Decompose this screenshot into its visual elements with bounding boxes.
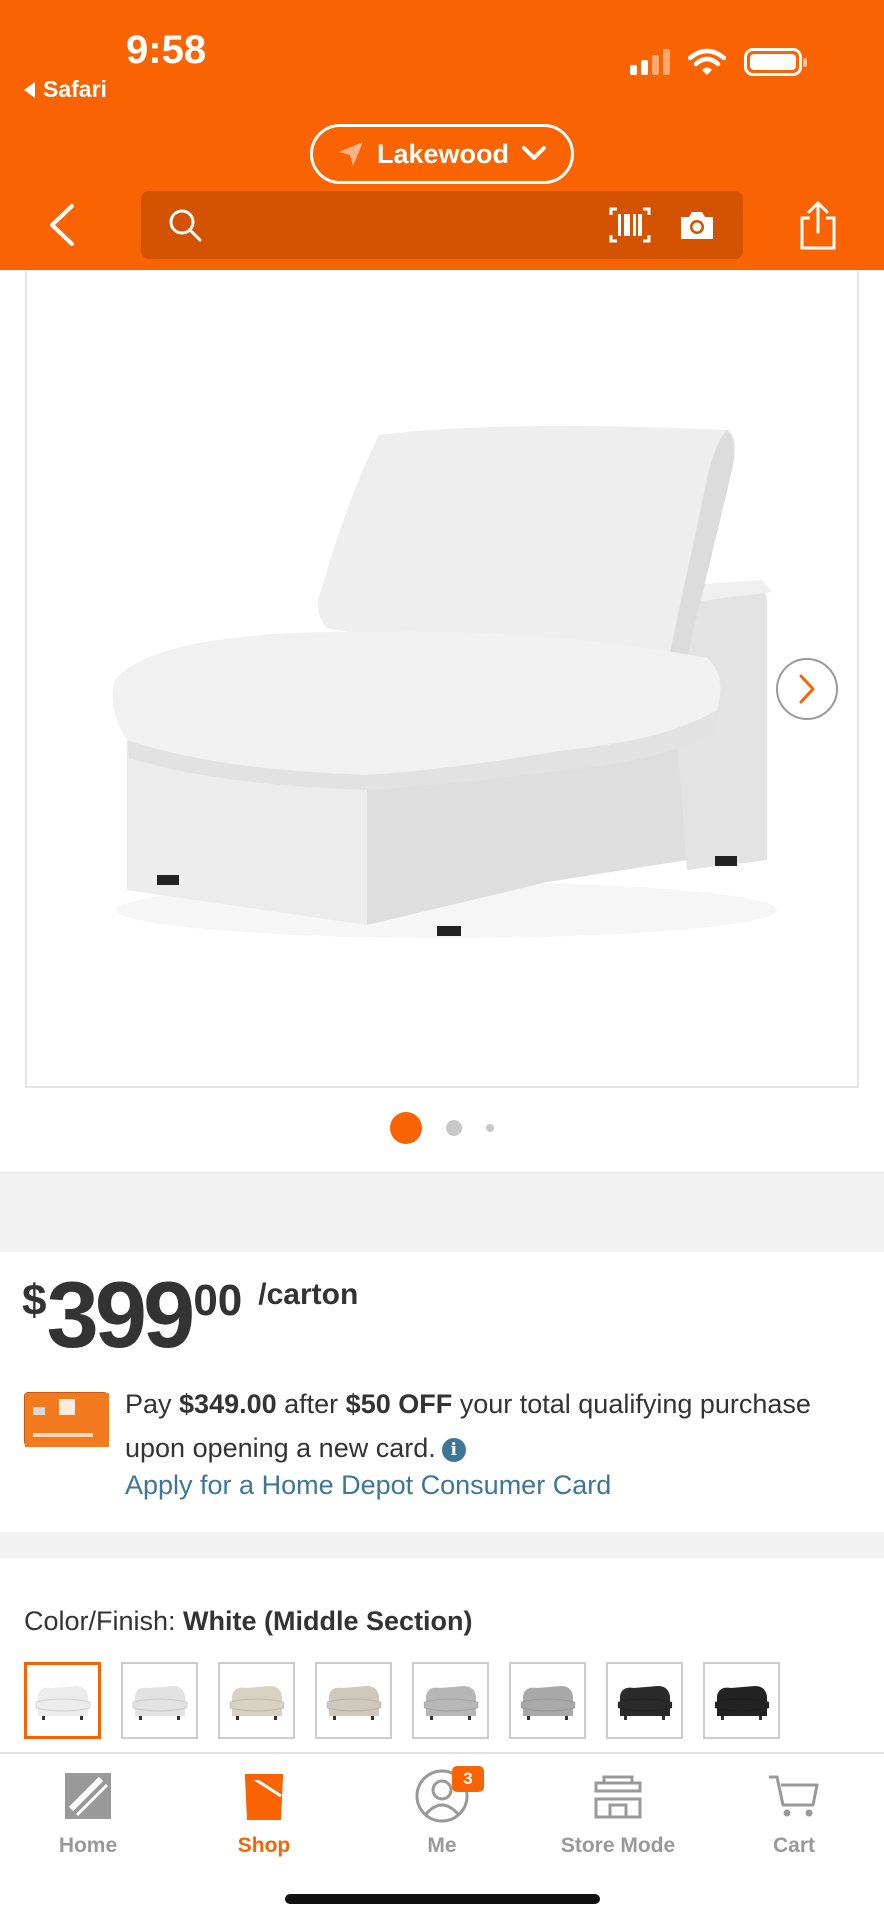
shop-bucket-icon bbox=[245, 1772, 283, 1820]
color-swatch-white-corner[interactable] bbox=[121, 1662, 198, 1739]
tab-store-mode-label: Store Mode bbox=[560, 1834, 676, 1857]
next-image-button[interactable] bbox=[776, 658, 838, 720]
home-depot-logo-icon bbox=[65, 1773, 111, 1819]
tab-me-label: Me bbox=[427, 1834, 457, 1857]
pagination-dot-active[interactable] bbox=[390, 1112, 422, 1144]
price-cents: 00 bbox=[193, 1276, 243, 1325]
color-swatch-gray-corner[interactable] bbox=[412, 1662, 489, 1739]
tab-shop-label: Shop bbox=[237, 1834, 291, 1857]
color-label-prefix: Color/Finish: bbox=[24, 1606, 184, 1636]
pagination-dot[interactable] bbox=[486, 1124, 494, 1132]
swatch-thumbnail bbox=[714, 1685, 769, 1720]
color-swatch-gray-middle[interactable] bbox=[509, 1662, 586, 1739]
consumer-card-promo: Pay $349.00 after $50 OFF your total qua… bbox=[125, 1382, 865, 1470]
tab-me[interactable]: 3 Me bbox=[362, 1766, 522, 1858]
apply-card-link[interactable]: Apply for a Home Depot Consumer Card bbox=[125, 1470, 611, 1501]
back-triangle-icon bbox=[24, 81, 35, 98]
price-dollars: 399 bbox=[46, 1262, 195, 1367]
product-image bbox=[112, 426, 777, 938]
credit-card-icon bbox=[24, 1392, 109, 1447]
swatch-thumbnail bbox=[326, 1685, 381, 1720]
location-arrow-icon bbox=[338, 142, 363, 166]
tab-home[interactable]: Home bbox=[8, 1768, 168, 1858]
back-chevron-icon[interactable] bbox=[42, 200, 82, 250]
store-icon bbox=[594, 1775, 642, 1819]
swatch-thumbnail bbox=[132, 1685, 187, 1720]
notification-badge: 3 bbox=[452, 1766, 484, 1792]
chevron-right-icon bbox=[799, 674, 815, 704]
color-swatch-white-middle[interactable] bbox=[24, 1662, 101, 1739]
price-currency: $ bbox=[22, 1276, 47, 1325]
tab-store-mode[interactable]: Store Mode bbox=[538, 1768, 698, 1858]
tab-cart[interactable]: Cart bbox=[714, 1768, 874, 1858]
color-swatch-beige-middle[interactable] bbox=[315, 1662, 392, 1739]
store-name: Lakewood bbox=[376, 138, 510, 169]
info-icon[interactable]: i bbox=[441, 1437, 466, 1462]
swatch-thumbnail bbox=[423, 1685, 478, 1720]
app-header: 9:58 Safari Lakewood bbox=[0, 0, 884, 270]
section-divider bbox=[0, 1172, 884, 1252]
status-icons bbox=[630, 48, 807, 76]
product-price: $ 399 00 /carton bbox=[22, 1268, 358, 1362]
promo-discount: $50 OFF bbox=[345, 1389, 453, 1419]
store-selector[interactable]: Lakewood bbox=[310, 124, 574, 184]
swatch-thumbnail bbox=[35, 1685, 90, 1720]
color-swatch-beige-corner[interactable] bbox=[218, 1662, 295, 1739]
status-time: 9:58 bbox=[126, 28, 207, 72]
swatch-thumbnail bbox=[520, 1685, 575, 1720]
share-icon[interactable] bbox=[796, 200, 840, 252]
wifi-icon bbox=[688, 48, 726, 75]
back-to-safari[interactable]: Safari bbox=[24, 76, 107, 103]
color-finish-label: Color/Finish: White (Middle Section) bbox=[24, 1606, 473, 1637]
camera-icon[interactable] bbox=[678, 207, 716, 243]
promo-text-pay: Pay bbox=[125, 1389, 180, 1419]
color-swatch-black-corner[interactable] bbox=[703, 1662, 780, 1739]
swatch-thumbnail bbox=[229, 1685, 284, 1720]
tab-cart-label: Cart bbox=[772, 1834, 815, 1857]
price-unit: /carton bbox=[258, 1278, 359, 1311]
search-icon bbox=[169, 209, 202, 242]
tab-shop[interactable]: Shop bbox=[184, 1768, 344, 1858]
product-image-gallery[interactable] bbox=[25, 270, 859, 1088]
tab-home-label: Home bbox=[58, 1834, 118, 1857]
gallery-pagination bbox=[0, 1112, 884, 1144]
chevron-down-icon bbox=[522, 146, 547, 160]
color-swatches bbox=[24, 1662, 780, 1739]
promo-pay-amount: $349.00 bbox=[179, 1389, 277, 1419]
color-swatch-black-middle[interactable] bbox=[606, 1662, 683, 1739]
promo-text-after: after bbox=[276, 1389, 346, 1419]
cellular-signal-icon bbox=[630, 49, 670, 75]
swatch-thumbnail bbox=[617, 1685, 672, 1720]
pagination-dot[interactable] bbox=[446, 1120, 462, 1136]
back-app-label: Safari bbox=[43, 76, 107, 102]
section-divider bbox=[0, 1532, 884, 1558]
battery-icon bbox=[744, 48, 807, 76]
color-value: White (Middle Section) bbox=[183, 1606, 473, 1636]
search-input[interactable] bbox=[141, 191, 743, 259]
home-indicator bbox=[285, 1894, 600, 1904]
cart-icon bbox=[769, 1775, 819, 1817]
barcode-scan-icon[interactable] bbox=[609, 207, 651, 243]
